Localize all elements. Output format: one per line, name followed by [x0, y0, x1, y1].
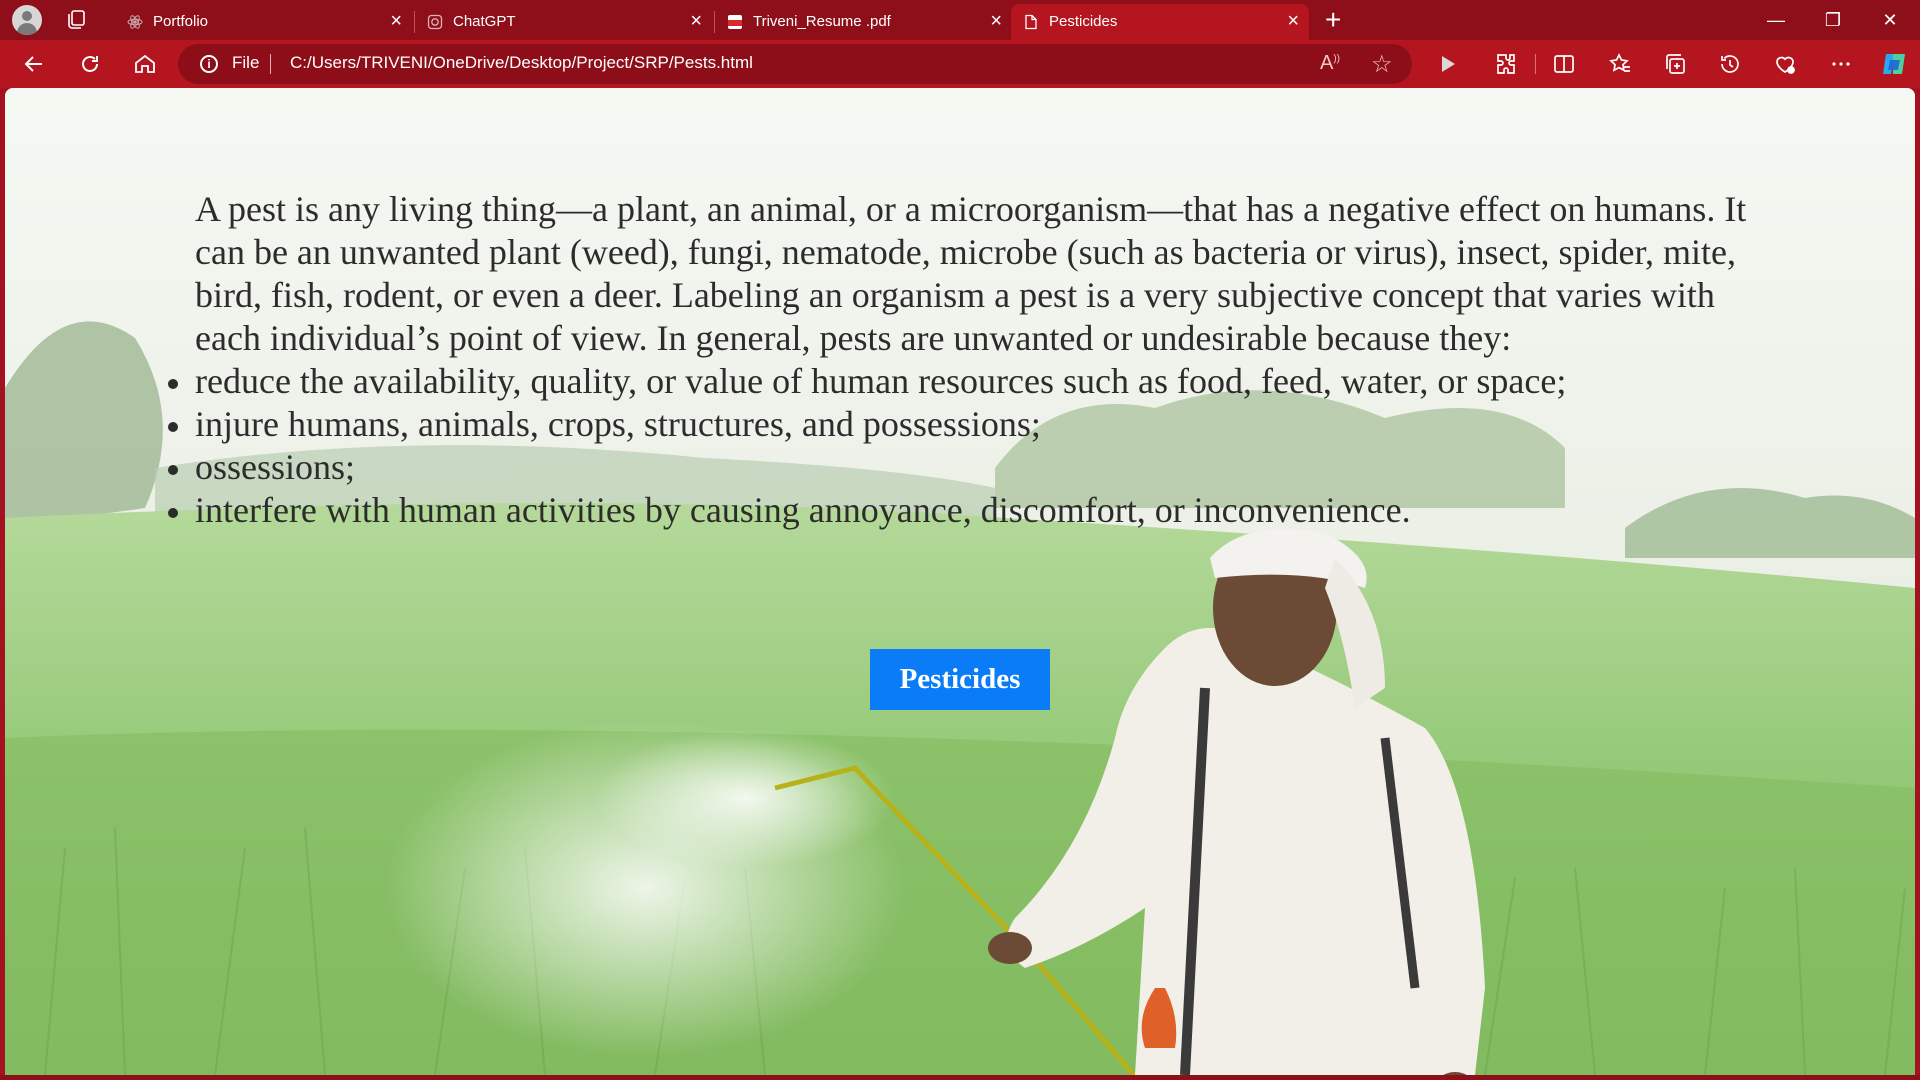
window-bottom-border	[0, 1075, 1920, 1080]
favorites-icon[interactable]	[1608, 52, 1632, 76]
close-tab-icon[interactable]: ×	[990, 11, 1002, 31]
new-tab-icon[interactable]: +	[1325, 6, 1341, 34]
tab-title: Portfolio	[153, 13, 209, 30]
list-item: ossessions;	[168, 446, 1755, 489]
close-window-icon[interactable]: ✕	[1867, 4, 1913, 36]
reasons-list: reduce the availability, quality, or val…	[168, 360, 1755, 532]
tab-strip: Portfolio × ChatGPT × Triveni_Resume .pd…	[0, 0, 1920, 40]
pdf-icon	[727, 14, 743, 30]
tab-title: Pesticides	[1049, 13, 1118, 30]
history-icon[interactable]	[1718, 52, 1742, 76]
react-icon	[127, 14, 143, 30]
copilot-icon[interactable]	[1880, 50, 1908, 78]
list-item: interfere with human activities by causi…	[168, 489, 1755, 532]
tab-resume-pdf[interactable]: Triveni_Resume .pdf ×	[715, 4, 1012, 40]
close-tab-icon[interactable]: ×	[1287, 11, 1299, 31]
browser-essentials-icon[interactable]	[1773, 52, 1797, 76]
minimize-icon[interactable]: —	[1753, 4, 1799, 36]
address-bar[interactable]: i File C:/Users/TRIVENI/OneDrive/Desktop…	[178, 44, 1412, 84]
intro-paragraph: A pest is any living thing—a plant, an a…	[195, 189, 1747, 358]
list-item: injure humans, animals, crops, structure…	[168, 403, 1755, 446]
tab-portfolio[interactable]: Portfolio ×	[115, 4, 412, 40]
close-tab-icon[interactable]: ×	[690, 11, 702, 31]
tab-chatgpt[interactable]: ChatGPT ×	[415, 4, 712, 40]
url-text[interactable]: C:/Users/TRIVENI/OneDrive/Desktop/Projec…	[290, 53, 753, 73]
extensions-icon[interactable]	[1493, 52, 1517, 76]
more-options-icon[interactable]	[1829, 52, 1853, 76]
split-screen-icon[interactable]	[1552, 52, 1576, 76]
tab-title: ChatGPT	[453, 13, 516, 30]
home-icon[interactable]	[133, 52, 157, 76]
close-tab-icon[interactable]: ×	[390, 11, 402, 31]
restore-icon[interactable]: ❐	[1810, 4, 1856, 36]
site-info-icon[interactable]: i	[200, 55, 218, 73]
back-icon[interactable]	[22, 52, 46, 76]
refresh-icon[interactable]	[78, 52, 102, 76]
list-item: reduce the availability, quality, or val…	[168, 360, 1755, 403]
chatgpt-icon	[427, 14, 443, 30]
favorite-star-icon[interactable]: ☆	[1371, 50, 1393, 79]
pest-description: A pest is any living thing—a plant, an a…	[168, 188, 1755, 532]
workspaces-icon[interactable]	[64, 8, 88, 32]
page-icon	[1023, 14, 1039, 30]
address-divider	[270, 54, 271, 74]
play-icon[interactable]	[1435, 52, 1459, 76]
read-aloud-icon[interactable]: A))	[1320, 52, 1340, 75]
tab-pesticides[interactable]: Pesticides ×	[1011, 4, 1309, 40]
profile-avatar[interactable]	[12, 5, 42, 35]
toolbar-divider	[1535, 54, 1536, 74]
pesticides-button[interactable]: Pesticides	[870, 649, 1050, 710]
scheme-label: File	[232, 53, 260, 72]
page-viewport: A pest is any living thing—a plant, an a…	[5, 88, 1915, 1075]
collections-icon[interactable]	[1663, 52, 1687, 76]
browser-toolbar: i File C:/Users/TRIVENI/OneDrive/Desktop…	[0, 40, 1920, 88]
tab-title: Triveni_Resume .pdf	[753, 13, 891, 30]
